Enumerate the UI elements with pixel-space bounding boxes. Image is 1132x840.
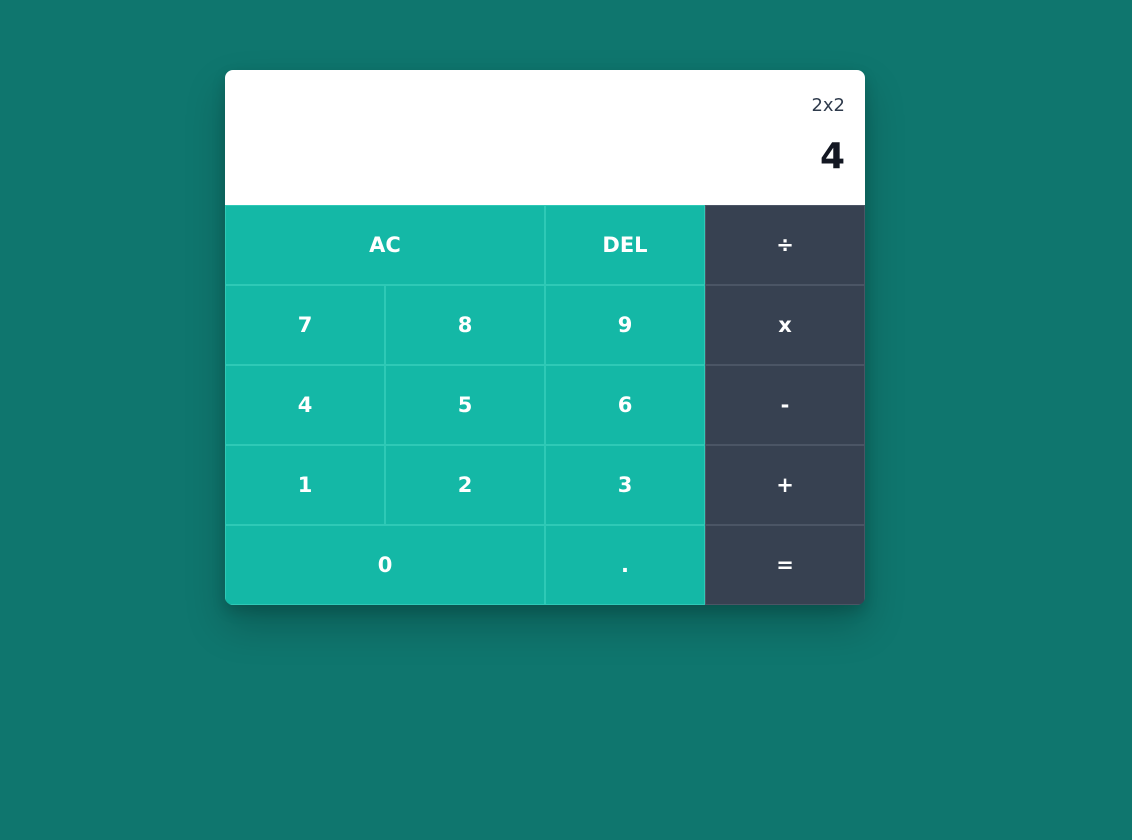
- digit-8-button[interactable]: 8: [385, 285, 545, 365]
- keypad: AC DEL ÷ 7 8 9 x 4 5 6 - 1 2 3 + 0 . =: [225, 205, 865, 605]
- add-button[interactable]: +: [705, 445, 865, 525]
- multiply-button[interactable]: x: [705, 285, 865, 365]
- digit-0-button[interactable]: 0: [225, 525, 545, 605]
- delete-button[interactable]: DEL: [545, 205, 705, 285]
- digit-5-button[interactable]: 5: [385, 365, 545, 445]
- digit-9-button[interactable]: 9: [545, 285, 705, 365]
- equals-button[interactable]: =: [705, 525, 865, 605]
- digit-4-button[interactable]: 4: [225, 365, 385, 445]
- digit-1-button[interactable]: 1: [225, 445, 385, 525]
- subtract-button[interactable]: -: [705, 365, 865, 445]
- digit-7-button[interactable]: 7: [225, 285, 385, 365]
- current-operand: 4: [819, 136, 845, 177]
- divide-button[interactable]: ÷: [705, 205, 865, 285]
- digit-6-button[interactable]: 6: [545, 365, 705, 445]
- calculator: 2x2 4 AC DEL ÷ 7 8 9 x 4 5 6 - 1 2 3 + 0…: [225, 70, 865, 605]
- clear-button[interactable]: AC: [225, 205, 545, 285]
- digit-3-button[interactable]: 3: [545, 445, 705, 525]
- decimal-button[interactable]: .: [545, 525, 705, 605]
- digit-2-button[interactable]: 2: [385, 445, 545, 525]
- calculator-display: 2x2 4: [225, 70, 865, 205]
- previous-operand: 2x2: [811, 95, 845, 116]
